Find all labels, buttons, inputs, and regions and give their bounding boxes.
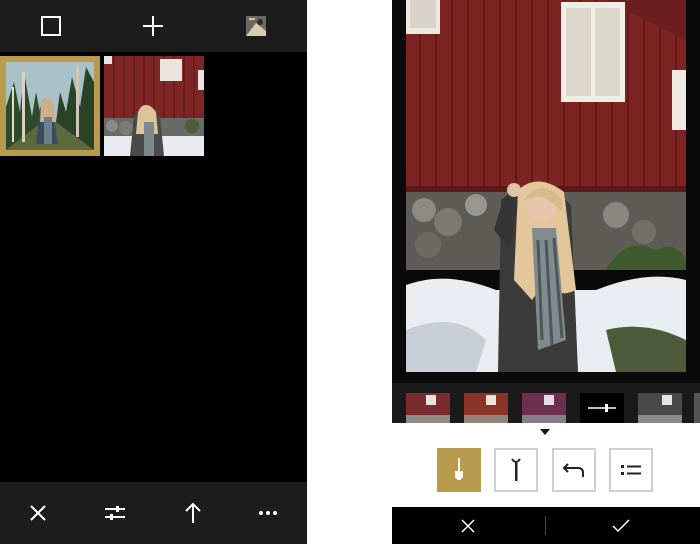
filter-thumb-1[interactable]: [406, 393, 450, 423]
undo-history-icon: [562, 463, 584, 477]
add-button[interactable]: [136, 10, 170, 42]
selective-tool-button[interactable]: [494, 448, 538, 492]
filter-strip: [392, 383, 700, 423]
filter-thumb-bw[interactable]: [638, 393, 682, 423]
cancel-x-icon: [461, 519, 475, 533]
tool-row: [392, 448, 700, 496]
select-square-icon: [41, 16, 61, 36]
more-button[interactable]: [250, 498, 286, 528]
filter-thumb-6[interactable]: [694, 393, 700, 423]
confirm-button[interactable]: [601, 513, 641, 539]
close-button[interactable]: [20, 498, 56, 528]
list-tool-button[interactable]: [609, 448, 653, 492]
barn-photo-thumbnail[interactable]: [104, 56, 204, 156]
list-tool-icon: [621, 465, 641, 475]
editor-bottom-bar: [392, 507, 700, 544]
filter-strength-slider-icon: [588, 404, 616, 412]
forest-photo-thumbnail[interactable]: [0, 56, 100, 156]
forest-photo-image: [6, 62, 94, 150]
confirm-check-icon: [612, 519, 630, 533]
filter-caret-icon: [540, 429, 550, 435]
brush-tool-button[interactable]: [437, 448, 481, 492]
preview-button[interactable]: [239, 10, 273, 42]
selective-tool-icon: [511, 458, 521, 481]
share-arrow-up-icon: [185, 502, 201, 523]
bottom-bar-divider: [545, 516, 546, 535]
share-button[interactable]: [175, 498, 211, 528]
barn-photo-preview: [406, 0, 686, 372]
adjust-sliders-icon: [105, 506, 125, 520]
adjust-button[interactable]: [97, 498, 133, 528]
editor-photo-canvas: [392, 0, 700, 383]
select-button[interactable]: [34, 10, 68, 42]
editor-screen: [392, 0, 700, 544]
preview-thumbnail-icon: [246, 16, 266, 36]
barn-photo-image: [104, 56, 204, 156]
cancel-button[interactable]: [448, 513, 488, 539]
library-bottom-bar: [0, 482, 307, 544]
add-plus-icon: [143, 16, 163, 36]
filter-thumb-3[interactable]: [522, 393, 566, 423]
filter-thumb-2[interactable]: [464, 393, 508, 423]
filter-strength-button[interactable]: [580, 393, 624, 423]
undo-history-button[interactable]: [552, 448, 596, 492]
close-x-icon: [30, 505, 46, 521]
library-top-bar: [0, 0, 307, 52]
brush-tool-icon: [455, 458, 463, 480]
library-screen: [0, 0, 307, 544]
more-dots-icon: [259, 511, 277, 515]
app-screenshots: [0, 0, 700, 544]
